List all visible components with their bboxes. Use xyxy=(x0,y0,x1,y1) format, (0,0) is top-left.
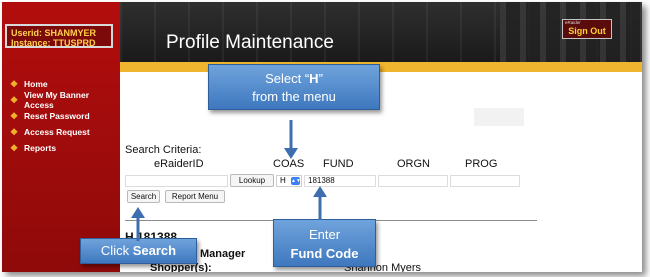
page-title: Profile Maintenance xyxy=(166,32,334,53)
lookup-button[interactable]: Lookup xyxy=(230,174,274,187)
manager-label: Manager xyxy=(200,248,246,260)
page-header: Profile Maintenance eRaider Sign Out xyxy=(120,2,642,62)
callout-click-search: Click Search xyxy=(80,238,197,264)
callout-select-line1: Select “H” xyxy=(209,70,379,88)
header-accent-bar xyxy=(120,62,642,72)
coas-select[interactable]: H ▲▼ xyxy=(276,175,302,187)
callout-enter-line1: Enter xyxy=(308,227,341,242)
instance-text: Instance: TTUSPRD xyxy=(11,38,96,48)
signout-label: Sign Out xyxy=(568,26,606,36)
up-arrow-icon xyxy=(131,207,145,241)
callout-enter-fund-code: Enter Fund Code xyxy=(273,219,376,267)
sidebar: Userid: SHANMYER Instance: TTUSPRD ❖ Hom… xyxy=(2,2,120,272)
orgn-input[interactable] xyxy=(378,175,448,187)
search-button[interactable]: Search xyxy=(127,190,160,203)
callout-select-h: Select “H” from the menu xyxy=(208,64,380,110)
eraiderid-input[interactable] xyxy=(125,175,228,187)
diamond-bullet-icon: ❖ xyxy=(10,78,19,89)
sidebar-item-label: Reports xyxy=(24,143,57,153)
callout-enter-line2: Fund Code xyxy=(290,246,359,261)
column-header-eraiderid: eRaiderID xyxy=(154,158,204,170)
callout-text: ” xyxy=(318,71,323,86)
sidebar-item-label: Home xyxy=(24,79,48,89)
sidebar-item-view-my-banner-access[interactable]: ❖ View My Banner Access xyxy=(10,90,120,110)
diamond-bullet-icon: ❖ xyxy=(10,126,19,137)
sidebar-item-label: Access Request xyxy=(24,127,90,137)
sidebar-nav: ❖ Home ❖ View My Banner Access ❖ Reset P… xyxy=(10,76,120,156)
sidebar-item-reports[interactable]: ❖ Reports xyxy=(10,140,120,156)
diamond-bullet-icon: ❖ xyxy=(10,142,19,153)
callout-text-bold: Search xyxy=(132,243,177,258)
user-info-box: Userid: SHANMYER Instance: TTUSPRD xyxy=(5,24,113,48)
select-arrows-icon: ▲▼ xyxy=(291,177,301,185)
sidebar-item-reset-password[interactable]: ❖ Reset Password xyxy=(10,108,120,124)
sidebar-item-label: Reset Password xyxy=(24,111,90,121)
diamond-bullet-icon: ❖ xyxy=(10,94,19,105)
sidebar-item-access-request[interactable]: ❖ Access Request xyxy=(10,124,120,140)
callout-select-line2: from the menu xyxy=(252,89,336,104)
callout-text: Click xyxy=(100,243,133,258)
search-criteria-label: Search Criteria: xyxy=(125,144,202,156)
up-arrow-icon xyxy=(313,186,327,220)
userid-text: Userid: SHANMYER xyxy=(11,28,97,38)
callout-text-bold: H xyxy=(309,71,319,86)
report-menu-button[interactable]: Report Menu xyxy=(165,190,225,203)
coas-selected-value: H xyxy=(280,176,286,185)
main-content: Search Criteria: eRaiderID COAS FUND ORG… xyxy=(120,72,642,272)
prog-input[interactable] xyxy=(450,175,520,187)
column-header-orgn: ORGN xyxy=(397,158,430,170)
sidebar-item-label: View My Banner Access xyxy=(24,90,90,110)
down-arrow-icon xyxy=(284,120,298,159)
column-header-fund: FUND xyxy=(323,158,354,170)
diamond-bullet-icon: ❖ xyxy=(10,110,19,121)
sign-out-button[interactable]: eRaider Sign Out xyxy=(562,19,612,39)
callout-text: Select “ xyxy=(265,71,310,86)
app-window: Userid: SHANMYER Instance: TTUSPRD ❖ Hom… xyxy=(2,2,642,272)
column-header-prog: PROG xyxy=(465,158,498,170)
